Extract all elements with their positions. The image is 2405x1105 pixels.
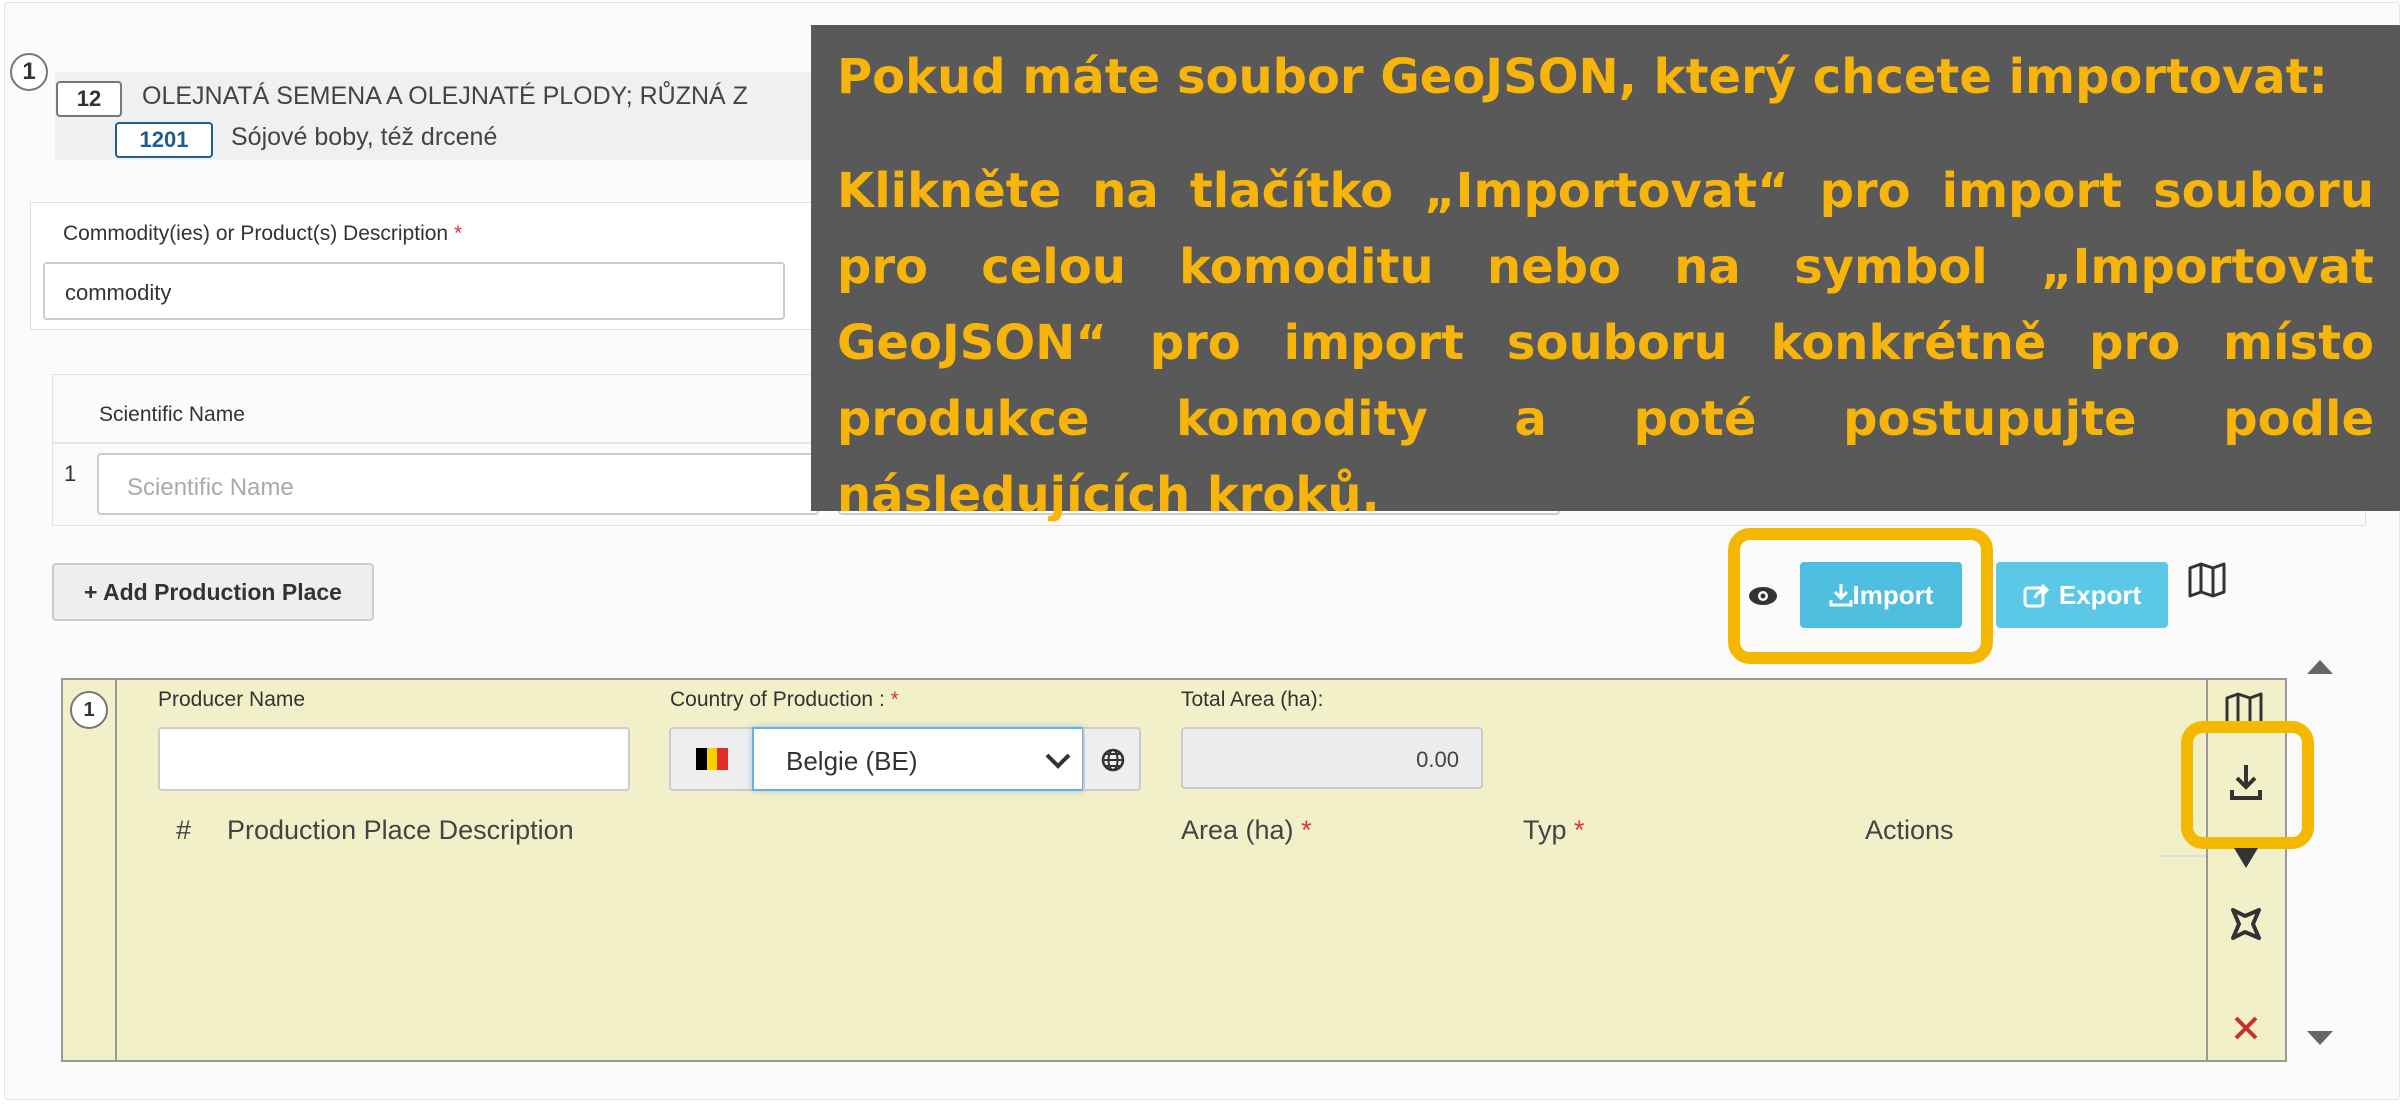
- commodity-index-badge: 1: [10, 53, 48, 91]
- export-button[interactable]: Export: [1996, 562, 2168, 628]
- polygon-icon[interactable]: [2228, 905, 2264, 941]
- country-label: Country of Production : *: [670, 688, 899, 712]
- scientific-row-index: 1: [64, 461, 77, 486]
- header-underline: [2160, 855, 2206, 857]
- close-icon[interactable]: [2232, 1014, 2260, 1042]
- hs-code-badge: 12: [56, 81, 122, 117]
- instruction-heading: Pokud máte soubor GeoJSON, který chcete …: [837, 49, 2328, 105]
- column-description: Production Place Description: [227, 815, 574, 845]
- column-type-text: Typ: [1523, 815, 1567, 845]
- hs-subcode-badge: 1201: [115, 122, 213, 158]
- country-select[interactable]: Belgie (BE): [752, 727, 1084, 791]
- instruction-overlay: Pokud máte soubor GeoJSON, který chcete …: [811, 25, 2400, 523]
- map-icon[interactable]: [2187, 562, 2227, 598]
- required-mark: *: [890, 688, 899, 711]
- globe-button[interactable]: [1083, 727, 1141, 791]
- required-mark: *: [453, 222, 463, 245]
- location-marker-icon[interactable]: [2230, 840, 2262, 872]
- share-icon: [2023, 583, 2049, 608]
- column-actions: Actions: [1865, 815, 1954, 845]
- column-hash: #: [176, 815, 192, 845]
- description-input-value: commodity: [65, 280, 172, 305]
- country-select-value: Belgie (BE): [786, 746, 918, 776]
- producer-name-label: Producer Name: [158, 688, 306, 711]
- description-label: Commodity(ies) or Product(s) Description…: [63, 222, 462, 246]
- column-area: Area (ha) *: [1181, 815, 1312, 846]
- scientific-name-header: Scientific Name: [99, 403, 245, 426]
- total-area-label: Total Area (ha):: [1181, 688, 1324, 711]
- scientific-name-input[interactable]: Scientific Name: [97, 453, 819, 515]
- import-geojson-button[interactable]: [2228, 762, 2264, 802]
- import-button[interactable]: Import: [1800, 562, 1962, 628]
- total-area-value: 0.00: [1416, 747, 1459, 772]
- instruction-body: Klikněte na tlačítko „Importovat“ pro im…: [837, 163, 2374, 523]
- commodity-title: OLEJNATÁ SEMENA A OLEJNATÉ PLODY; RŮZNÁ …: [142, 82, 748, 110]
- add-production-place-button[interactable]: + Add Production Place: [52, 563, 374, 621]
- country-flag-addon: [669, 727, 755, 791]
- import-label: Import: [1852, 579, 1934, 610]
- required-mark: *: [1574, 815, 1585, 845]
- export-label: Export: [2058, 579, 2142, 610]
- country-label-text: Country of Production :: [670, 688, 885, 711]
- scroll-up-arrow[interactable]: [2305, 656, 2335, 678]
- production-place-index-badge: 1: [70, 691, 108, 729]
- download-icon: [1829, 584, 1853, 607]
- globe-icon: [1101, 748, 1125, 772]
- scroll-down-arrow[interactable]: [2305, 1027, 2335, 1049]
- production-place-left-divider: [115, 679, 117, 1061]
- required-mark: *: [1301, 815, 1312, 845]
- column-area-text: Area (ha): [1181, 815, 1294, 845]
- description-input[interactable]: commodity: [43, 262, 785, 320]
- description-label-text: Commodity(ies) or Product(s) Description: [63, 222, 449, 245]
- chevron-down-icon: [1045, 753, 1071, 769]
- commodity-subtitle: Sójové boby, též drcené: [231, 123, 498, 151]
- download-icon: [2230, 765, 2262, 800]
- belgium-flag-icon: [696, 748, 728, 770]
- column-type: Typ *: [1523, 815, 1585, 846]
- producer-name-input[interactable]: [158, 727, 630, 791]
- total-area-field: 0.00: [1181, 727, 1483, 789]
- scientific-name-placeholder: Scientific Name: [127, 474, 294, 501]
